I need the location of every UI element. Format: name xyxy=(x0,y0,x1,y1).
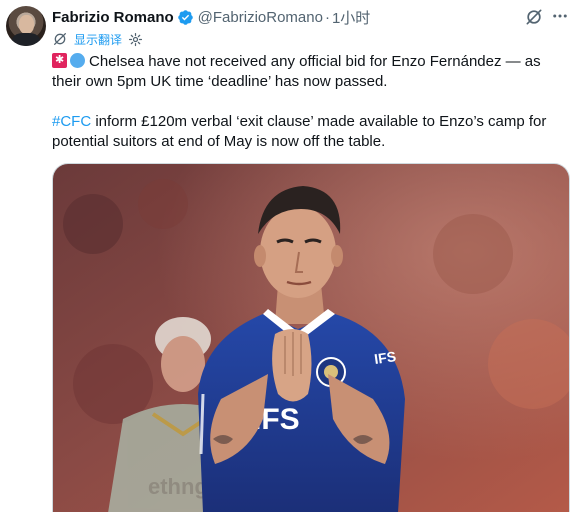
translate-icon xyxy=(54,33,66,45)
translate-row: 显示翻译 xyxy=(52,30,143,48)
author-handle[interactable]: @FabrizioRomano xyxy=(198,9,323,26)
author-avatar[interactable] xyxy=(6,6,46,46)
hashtag-link[interactable]: #CFC xyxy=(52,113,91,130)
author-name[interactable]: Fabrizio Romano xyxy=(52,9,174,26)
sleeve-sponsor-text: IFS xyxy=(373,348,397,367)
more-icon[interactable] xyxy=(550,6,570,26)
photo-illustration: ethngr IFS IFS xyxy=(53,164,569,512)
tweet-header: Fabrizio Romano @FabrizioRomano · 1小时 xyxy=(52,7,370,27)
header-separator: · xyxy=(324,8,330,26)
gear-icon[interactable] xyxy=(128,32,143,47)
tweet-paragraph-2: #CFC inform £120m verbal ‘exit clause’ m… xyxy=(52,112,572,152)
verified-badge-icon xyxy=(177,9,193,25)
avatar-body xyxy=(12,33,40,46)
grok-icon[interactable] xyxy=(524,7,544,27)
paragraph-2-text: inform £120m verbal ‘exit clause’ made a… xyxy=(52,113,547,150)
tweet-paragraph-1: Chelsea have not received any official b… xyxy=(52,52,572,92)
paragraph-1-text: Chelsea have not received any official b… xyxy=(52,53,541,90)
tweet-photo[interactable]: ethngr IFS IFS xyxy=(52,163,570,512)
siren-emoji xyxy=(52,53,67,68)
post-time[interactable]: 1小时 xyxy=(332,7,370,28)
blue-circle-emoji xyxy=(70,53,85,68)
show-translation-link[interactable]: 显示翻译 xyxy=(74,31,122,48)
avatar-face xyxy=(19,15,34,34)
tweet-text: Chelsea have not received any official b… xyxy=(52,52,572,152)
